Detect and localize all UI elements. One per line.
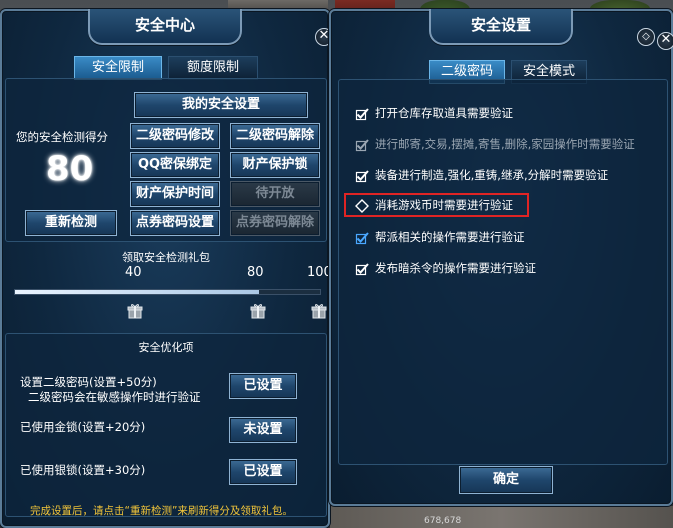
gift-progress-bar	[14, 289, 321, 295]
checkbox-checked	[355, 137, 369, 152]
minimize-button[interactable]: ◇	[637, 28, 655, 46]
gift-section-title: 领取安全检测礼包	[122, 251, 210, 264]
option-equipment-ops[interactable]: 装备进行制造,强化,重铸,继承,分解时需要验证	[355, 166, 608, 184]
option-label: 装备进行制造,强化,重铸,继承,分解时需要验证	[375, 168, 609, 182]
secondary-password-status-button[interactable]: 已设置	[229, 373, 297, 399]
silver-lock-status-button[interactable]: 已设置	[229, 459, 297, 485]
background-ground	[330, 506, 673, 528]
confirm-button[interactable]: 确定	[459, 466, 553, 494]
optimization-item-subtext: 二级密码会在敏感操作时进行验证	[28, 390, 201, 404]
gift-progress-fill	[15, 290, 259, 294]
optimization-item-text: 设置二级密码(设置+50分)	[20, 375, 157, 389]
tab-security-limit[interactable]: 安全限制	[74, 56, 163, 80]
security-score: 80	[46, 149, 94, 189]
secondary-password-remove-button[interactable]: 二级密码解除	[230, 123, 320, 149]
footer-note: 完成设置后，请点击“重新检测”来刷新得分及领取礼包。	[30, 505, 293, 517]
optimization-section-title: 安全优化项	[138, 341, 194, 354]
option-label: 进行邮寄,交易,摆摊,寄售,删除,家园操作时需要验证	[375, 137, 635, 151]
my-security-settings-button[interactable]: 我的安全设置	[134, 92, 308, 118]
option-guild-ops[interactable]: 帮派相关的操作需要进行验证	[355, 228, 525, 246]
tab-bar: 安全限制 额度限制	[74, 56, 259, 80]
option-assassination-order[interactable]: 发布暗杀令的操作需要进行验证	[355, 259, 536, 277]
close-icon: ✕	[660, 32, 672, 47]
milestone-label: 40	[125, 265, 142, 280]
panel-title: 安全设置	[429, 9, 573, 45]
property-lock-button[interactable]: 财产保护锁	[230, 152, 320, 178]
option-warehouse-access[interactable]: 打开仓库存取道具需要验证	[355, 104, 513, 122]
checkbox-checked[interactable]	[355, 261, 369, 276]
checkmark-icon	[355, 108, 369, 121]
options-section: 打开仓库存取道具需要验证进行邮寄,交易,摆摊,寄售,删除,家园操作时需要验证 装备…	[338, 79, 668, 465]
security-center-panel: 安全中心 ✕ 安全限制 额度限制 您的安全检测得分 80 重新检测 我的安全设置…	[0, 9, 333, 528]
gold-lock-status-button[interactable]: 未设置	[229, 417, 297, 443]
minimize-icon: ◇	[642, 31, 650, 42]
optimization-section: 安全优化项 设置二级密码(设置+50分) 二级密码会在敏感操作时进行验证 已设置…	[5, 333, 327, 517]
checkmark-icon	[355, 139, 369, 152]
option-label: 打开仓库存取道具需要验证	[375, 106, 513, 120]
recheck-button[interactable]: 重新检测	[25, 210, 117, 236]
coupon-password-set-button[interactable]: 点券密码设置	[130, 210, 220, 236]
option-label: 帮派相关的操作需要进行验证	[375, 230, 525, 244]
coupon-password-remove-button: 点券密码解除	[230, 210, 320, 236]
close-icon: ✕	[318, 28, 330, 43]
option-label: 发布暗杀令的操作需要进行验证	[375, 261, 536, 275]
gift-box-icon[interactable]	[311, 303, 327, 319]
checkmark-icon	[355, 170, 369, 183]
map-coordinates: 678,678	[424, 516, 462, 526]
score-label: 您的安全检测得分	[16, 130, 108, 144]
panel-title: 安全中心	[88, 9, 242, 45]
tab-quota-limit[interactable]: 额度限制	[168, 56, 259, 80]
optimization-item-text: 已使用银锁(设置+30分)	[20, 463, 146, 477]
score-section: 您的安全检测得分 80 重新检测 我的安全设置 二级密码修改 二级密码解除 QQ…	[5, 78, 327, 242]
highlighted-option-box	[344, 193, 529, 217]
close-button[interactable]: ✕	[657, 32, 673, 50]
checkbox-checked[interactable]	[355, 106, 369, 121]
checkbox-checked[interactable]	[355, 230, 369, 245]
optimization-item-text: 已使用金锁(设置+20分)	[20, 420, 146, 434]
checkmark-icon	[355, 232, 369, 245]
option-mail-trade-ops: 进行邮寄,交易,摆摊,寄售,删除,家园操作时需要验证	[355, 135, 635, 153]
checkmark-icon	[355, 263, 369, 276]
qq-security-bind-button[interactable]: QQ密保绑定	[130, 152, 220, 178]
security-settings-panel: 安全设置 ◇ ✕ 二级密码 安全模式 打开仓库存取道具需要验证 进行邮寄,交易,摆…	[329, 9, 673, 506]
checkbox-checked[interactable]	[355, 168, 369, 183]
property-protect-time-button[interactable]: 财产保护时间	[130, 181, 220, 207]
coming-soon-button: 待开放	[230, 181, 320, 207]
gift-section: 领取安全检测礼包 40 80 100	[5, 246, 332, 326]
gift-box-icon[interactable]	[250, 303, 266, 319]
gift-box-icon[interactable]	[127, 303, 143, 319]
milestone-label: 80	[247, 265, 264, 280]
secondary-password-change-button[interactable]: 二级密码修改	[130, 123, 220, 149]
